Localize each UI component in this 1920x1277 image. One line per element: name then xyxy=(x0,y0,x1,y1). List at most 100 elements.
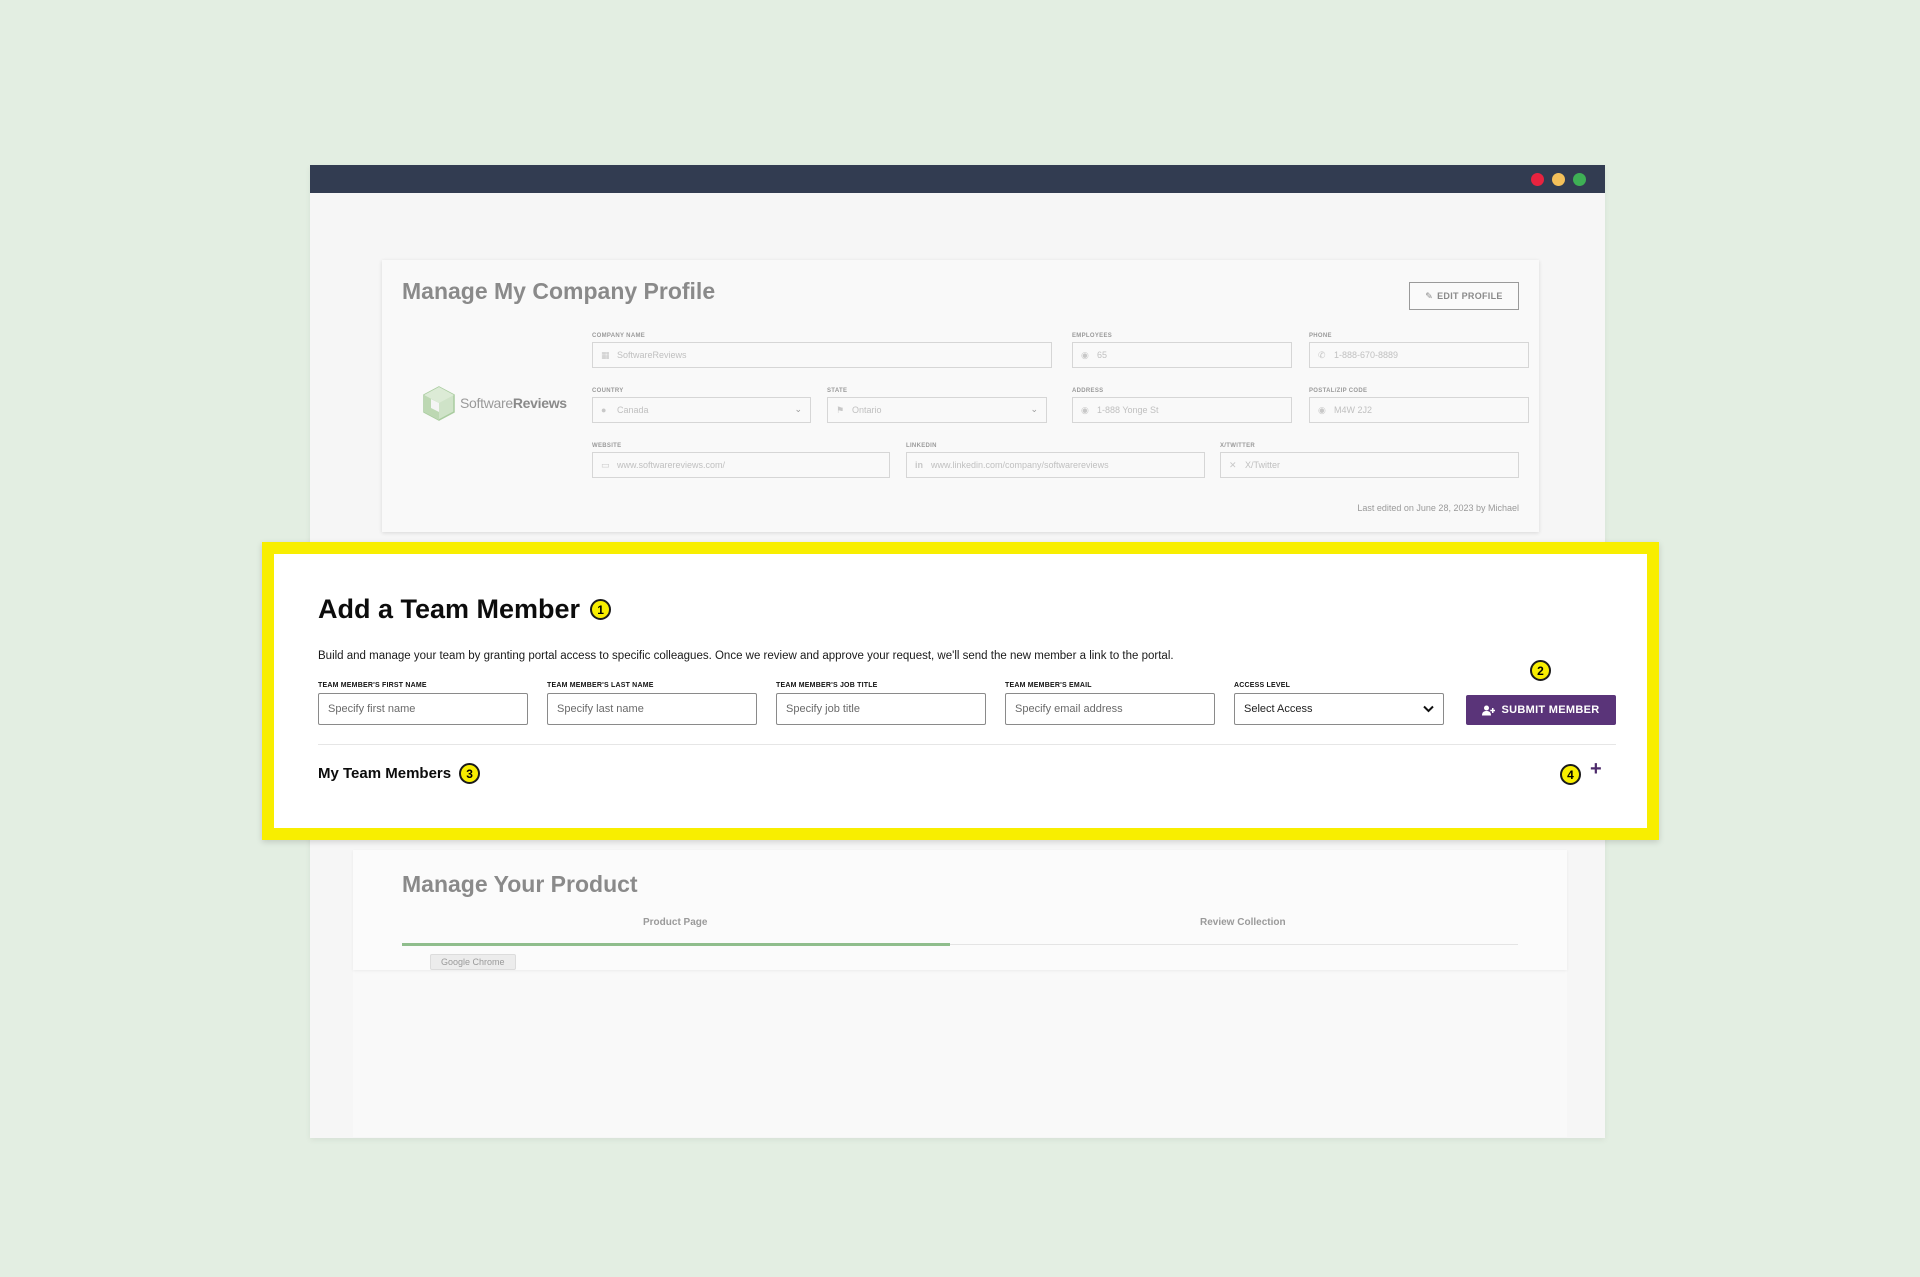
employees-value: 65 xyxy=(1097,350,1108,360)
company-profile-card: Manage My Company Profile ✎ EDIT PROFILE… xyxy=(382,260,1539,532)
phone-icon: ✆ xyxy=(1318,349,1326,360)
tab-review-collection[interactable]: Review Collection xyxy=(1200,917,1286,928)
plus-icon[interactable]: + xyxy=(1590,758,1602,781)
state-value: Ontario xyxy=(852,405,882,415)
close-window-button[interactable] xyxy=(1531,173,1544,186)
globe-icon: ● xyxy=(601,405,607,415)
email-label: TEAM MEMBER'S EMAIL xyxy=(1005,682,1092,689)
phone-value: 1-888-670-8889 xyxy=(1334,350,1399,360)
last-edited-text: Last edited on June 28, 2023 by Michael xyxy=(1357,503,1519,513)
first-name-field: TEAM MEMBER'S FIRST NAME xyxy=(318,682,528,725)
tab-product-page[interactable]: Product Page xyxy=(643,917,707,928)
twitter-field: X/TWITTER ✕ X/Twitter xyxy=(1220,443,1519,478)
callout-badge-3: 3 xyxy=(459,763,481,784)
add-user-icon xyxy=(1482,705,1496,715)
building-icon: ▦ xyxy=(601,349,610,360)
postal-field: POSTAL/ZIP CODE ◉ M4W 2J2 xyxy=(1309,388,1529,423)
section-divider xyxy=(318,744,1616,745)
first-name-label: TEAM MEMBER'S FIRST NAME xyxy=(318,682,427,689)
logo-text-bold: Reviews xyxy=(512,395,567,411)
chevron-down-icon: ⌄ xyxy=(794,404,802,414)
add-team-member-panel: Add a Team Member 1 Build and manage you… xyxy=(262,542,1659,840)
cube-logo-icon xyxy=(423,386,455,421)
people-icon: ◉ xyxy=(1081,349,1089,360)
callout-badge-1: 1 xyxy=(590,599,612,620)
company-name-label: COMPANY NAME xyxy=(592,333,646,339)
country-field: COUNTRY ● Canada ⌄ xyxy=(592,388,811,423)
twitter-value: X/Twitter xyxy=(1245,460,1281,470)
address-input[interactable]: ◉ 1-888 Yonge St xyxy=(1072,397,1292,423)
twitter-input[interactable]: ✕ X/Twitter xyxy=(1220,452,1519,478)
minimize-window-button[interactable] xyxy=(1552,173,1565,186)
country-value: Canada xyxy=(617,405,649,415)
active-tab-indicator xyxy=(402,943,950,946)
last-name-label: TEAM MEMBER'S LAST NAME xyxy=(547,682,654,689)
access-level-value: Select Access xyxy=(1244,703,1313,715)
team-description: Build and manage your team by granting p… xyxy=(318,650,1174,662)
monitor-icon: ▭ xyxy=(601,459,610,470)
employees-input[interactable]: ◉ 65 xyxy=(1072,342,1292,368)
my-team-members-toggle[interactable]: My Team Members 3 xyxy=(318,763,481,784)
linkedin-label: LINKEDIN xyxy=(906,443,937,449)
employees-label: EMPLOYEES xyxy=(1072,333,1113,339)
phone-input[interactable]: ✆ 1-888-670-8889 xyxy=(1309,342,1529,368)
edit-profile-label: EDIT PROFILE xyxy=(1437,291,1503,301)
linkedin-icon: in xyxy=(915,460,923,470)
job-title-label: TEAM MEMBER'S JOB TITLE xyxy=(776,682,878,689)
company-name-field: COMPANY NAME ▦ SoftwareReviews xyxy=(592,333,1052,368)
my-team-members-label: My Team Members xyxy=(318,765,452,782)
product-header: Manage Your Product Product Page Review … xyxy=(353,850,1567,970)
state-select[interactable]: ⚑ Ontario ⌄ xyxy=(827,397,1047,423)
last-name-field: TEAM MEMBER'S LAST NAME xyxy=(547,682,757,725)
country-select[interactable]: ● Canada ⌄ xyxy=(592,397,811,423)
company-name-input[interactable]: ▦ SoftwareReviews xyxy=(592,342,1052,368)
email-field: TEAM MEMBER'S EMAIL xyxy=(1005,682,1215,725)
flag-icon: ⚑ xyxy=(836,404,845,415)
product-chip[interactable]: Google Chrome xyxy=(430,954,516,970)
website-label: WEBSITE xyxy=(592,443,622,449)
email-input[interactable] xyxy=(1005,693,1215,725)
pin-icon: ◉ xyxy=(1318,404,1326,415)
edit-profile-button[interactable]: ✎ EDIT PROFILE xyxy=(1409,282,1519,310)
job-title-field: TEAM MEMBER'S JOB TITLE xyxy=(776,682,986,725)
product-title: Manage Your Product xyxy=(402,871,638,897)
chevron-down-icon: ⌄ xyxy=(1030,404,1038,414)
team-title: Add a Team Member xyxy=(318,594,581,624)
country-label: COUNTRY xyxy=(592,388,624,394)
product-card: Manage Your Product Product Page Review … xyxy=(353,850,1567,1137)
first-name-input[interactable] xyxy=(318,693,528,725)
linkedin-input[interactable]: in www.linkedin.com/company/softwarerevie… xyxy=(906,452,1205,478)
company-logo: SoftwareReviews xyxy=(422,385,567,421)
state-label: STATE xyxy=(827,388,848,394)
website-value: www.softwarereviews.com/ xyxy=(617,460,726,470)
callout-badge-4: 4 xyxy=(1560,764,1581,785)
logo-text-light: Software xyxy=(460,395,513,411)
phone-label: PHONE xyxy=(1309,333,1332,339)
job-title-input[interactable] xyxy=(776,693,986,725)
phone-field: PHONE ✆ 1-888-670-8889 xyxy=(1309,333,1529,368)
profile-title: Manage My Company Profile xyxy=(402,278,716,304)
access-level-select[interactable]: Select Access xyxy=(1234,693,1444,725)
postal-value: M4W 2J2 xyxy=(1334,405,1373,415)
submit-member-button[interactable]: SUBMIT MEMBER xyxy=(1466,695,1616,725)
linkedin-field: LINKEDIN in www.linkedin.com/company/soft… xyxy=(906,443,1205,478)
submit-member-label: SUBMIT MEMBER xyxy=(1501,704,1600,716)
access-level-field: ACCESS LEVEL Select Access xyxy=(1234,682,1444,725)
maximize-window-button[interactable] xyxy=(1573,173,1586,186)
pencil-icon: ✎ xyxy=(1425,290,1434,301)
window-titlebar xyxy=(310,165,1605,193)
pin-icon: ◉ xyxy=(1081,404,1089,415)
website-field: WEBSITE ▭ www.softwarereviews.com/ xyxy=(592,443,890,478)
twitter-label: X/TWITTER xyxy=(1220,443,1256,449)
x-icon: ✕ xyxy=(1229,459,1237,470)
address-field: ADDRESS ◉ 1-888 Yonge St xyxy=(1072,388,1292,423)
address-label: ADDRESS xyxy=(1072,388,1104,394)
company-name-value: SoftwareReviews xyxy=(617,350,687,360)
website-input[interactable]: ▭ www.softwarereviews.com/ xyxy=(592,452,890,478)
postal-input[interactable]: ◉ M4W 2J2 xyxy=(1309,397,1529,423)
state-field: STATE ⚑ Ontario ⌄ xyxy=(827,388,1047,423)
last-name-input[interactable] xyxy=(547,693,757,725)
callout-badge-2: 2 xyxy=(1530,660,1551,681)
access-level-label: ACCESS LEVEL xyxy=(1234,682,1291,689)
employees-field: EMPLOYEES ◉ 65 xyxy=(1072,333,1292,368)
